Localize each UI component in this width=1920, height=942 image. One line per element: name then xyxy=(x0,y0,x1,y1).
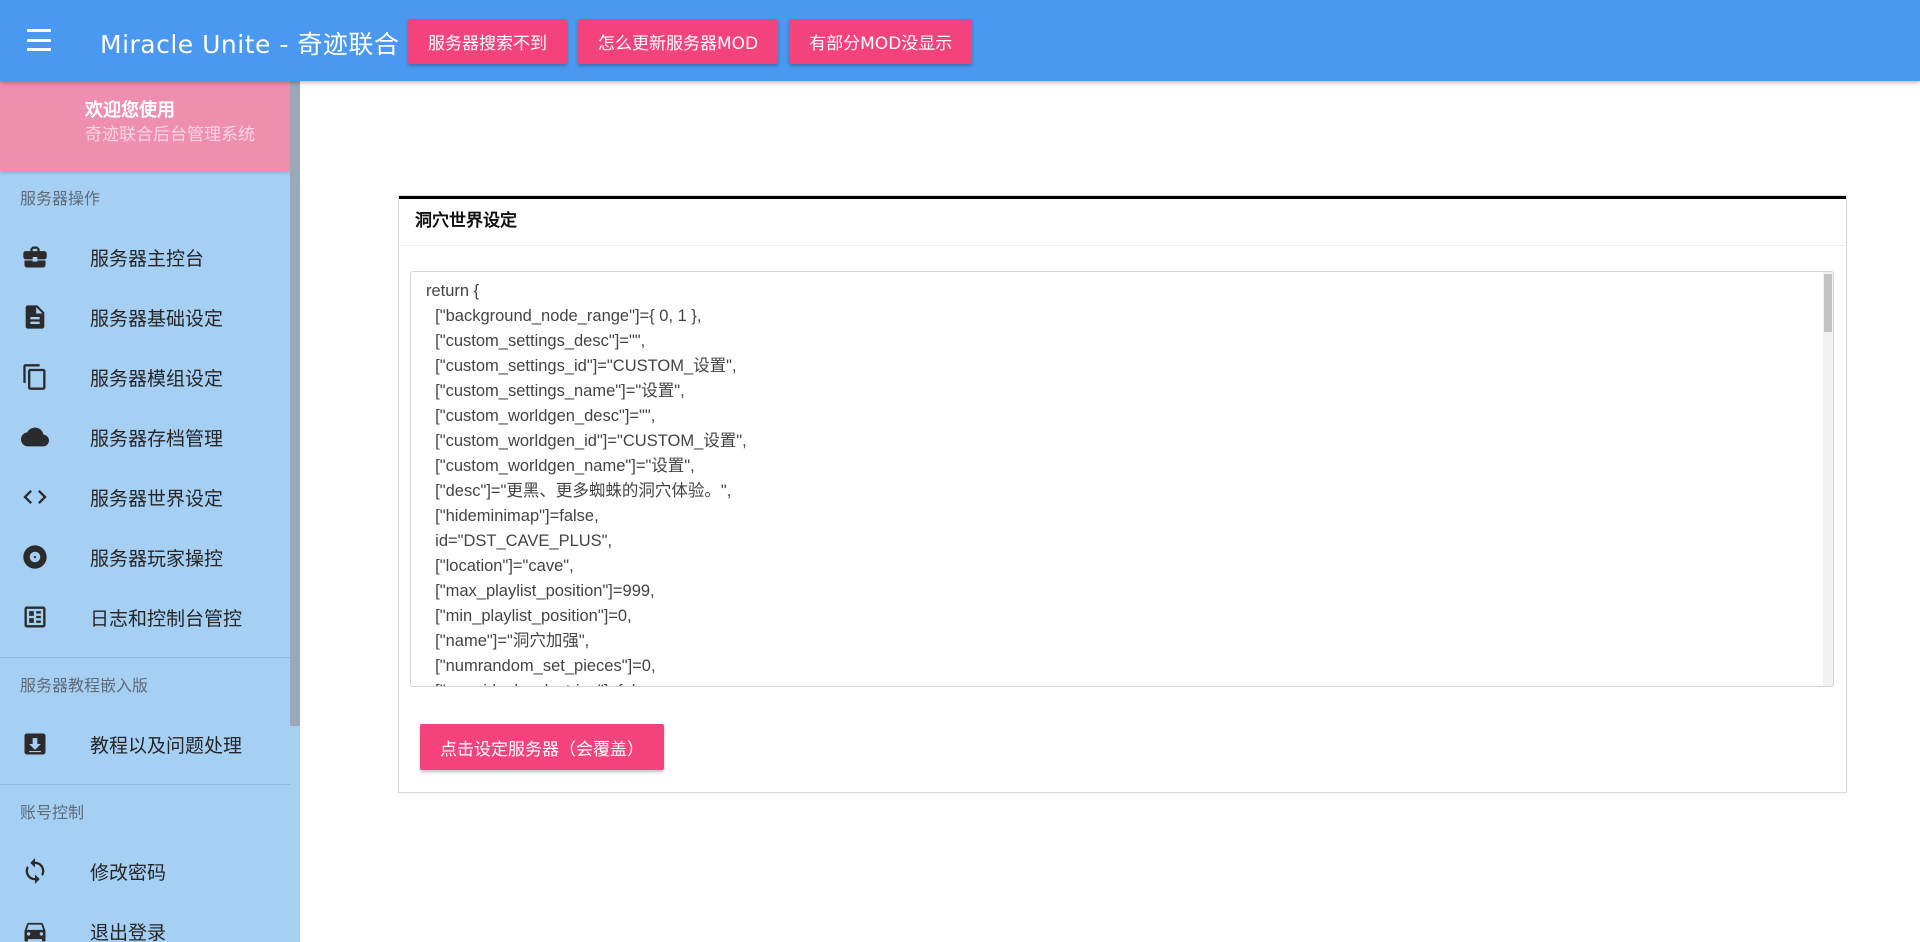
section-header-account: 账号控制 xyxy=(20,803,85,822)
car-icon xyxy=(0,917,90,942)
server-not-found-button[interactable]: 服务器搜索不到 xyxy=(408,19,567,64)
sidebar-item-player-control[interactable]: 服务器玩家操控 xyxy=(0,527,290,587)
sidebar-item-console[interactable]: 服务器主控台 xyxy=(0,227,290,287)
sidebar-item-label: 日志和控制台管控 xyxy=(90,607,243,630)
code-line: ["max_playlist_position"]=999, xyxy=(426,582,655,600)
sidebar-item-label: 服务器世界设定 xyxy=(90,487,224,510)
sidebar-item-label: 退出登录 xyxy=(90,921,167,942)
welcome-subtitle: 奇迹联合后台管理系统 xyxy=(85,125,255,145)
code-line: ["desc"]="更黑、更多蜘蛛的洞穴体验。", xyxy=(426,482,732,500)
code-line: ["custom_settings_name"]="设置", xyxy=(426,382,685,400)
world-settings-editor[interactable]: return { ["background_node_range"]={ 0, … xyxy=(410,271,1834,687)
welcome-banner: 欢迎您使用 奇迹联合后台管理系统 xyxy=(0,81,290,171)
log-panel-icon xyxy=(0,603,90,631)
sidebar-item-label: 修改密码 xyxy=(90,861,167,884)
code-line: ["min_playlist_position"]=0, xyxy=(426,607,632,625)
sidebar-item-label: 服务器存档管理 xyxy=(90,427,224,450)
code-line: ["background_node_range"]={ 0, 1 }, xyxy=(426,307,702,325)
sidebar-item-label: 服务器玩家操控 xyxy=(90,547,224,570)
section-header-server-ops: 服务器操作 xyxy=(20,189,101,208)
section-header-tutorial: 服务器教程嵌入版 xyxy=(20,676,149,695)
welcome-title: 欢迎您使用 xyxy=(85,100,175,121)
code-line: return { xyxy=(426,282,480,300)
sidebar-item-tutorial[interactable]: 教程以及问题处理 xyxy=(0,714,290,774)
sidebar-item-logout[interactable]: 退出登录 xyxy=(0,901,290,942)
code-line: ["name"]="洞穴加强", xyxy=(426,632,590,650)
card-title: 洞穴世界设定 xyxy=(399,199,1846,246)
code-line: ["numrandom_set_pieces"]=0, xyxy=(426,657,656,675)
code-line: ["hideminimap"]=false, xyxy=(426,507,599,525)
top-action-buttons: 服务器搜索不到 怎么更新服务器MOD 有部分MOD没显示 xyxy=(408,19,973,64)
sidebar-item-basic-settings[interactable]: 服务器基础设定 xyxy=(0,287,290,347)
sidebar-item-logs-console[interactable]: 日志和控制台管控 xyxy=(0,587,290,647)
code-line: ["custom_worldgen_id"]="CUSTOM_设置", xyxy=(426,432,747,450)
editor-scrollbar-track[interactable] xyxy=(1823,272,1833,686)
sidebar-scrollbar-thumb[interactable] xyxy=(290,81,300,726)
sidebar-item-world-settings[interactable]: 服务器世界设定 xyxy=(0,467,290,527)
copy-icon xyxy=(0,363,90,391)
sidebar-item-label: 服务器主控台 xyxy=(90,247,205,270)
download-box-icon xyxy=(0,730,90,758)
sidebar-item-save-management[interactable]: 服务器存档管理 xyxy=(0,407,290,467)
sidebar-item-label: 教程以及问题处理 xyxy=(90,734,243,757)
hamburger-menu-icon[interactable] xyxy=(22,26,56,54)
code-line: ["custom_worldgen_desc"]="", xyxy=(426,407,656,425)
sidebar-item-label: 服务器基础设定 xyxy=(90,307,224,330)
update-mod-button[interactable]: 怎么更新服务器MOD xyxy=(578,19,779,64)
code-line: ["location"]="cave", xyxy=(426,557,574,575)
top-app-bar: Miracle Unite - 奇迹联合 服务器搜索不到 怎么更新服务器MOD … xyxy=(0,0,1920,81)
code-text[interactable]: return { ["background_node_range"]={ 0, … xyxy=(411,272,1833,686)
sidebar-item-label: 服务器模组设定 xyxy=(90,367,224,390)
code-line: ["custom_settings_desc"]="", xyxy=(426,332,646,350)
code-line: ["custom_worldgen_name"]="设置", xyxy=(426,457,695,475)
app-title: Miracle Unite - 奇迹联合 xyxy=(100,30,400,59)
cloud-icon xyxy=(0,423,90,451)
sidebar-item-mod-settings[interactable]: 服务器模组设定 xyxy=(0,347,290,407)
editor-scrollbar-thumb[interactable] xyxy=(1824,274,1832,332)
document-icon xyxy=(0,303,90,331)
code-line: ["custom_settings_id"]="CUSTOM_设置", xyxy=(426,357,737,375)
code-icon xyxy=(0,483,90,511)
sidebar: 欢迎您使用 奇迹联合后台管理系统 服务器操作 服务器主控台 服务器基础设定 服务… xyxy=(0,81,290,942)
refresh-icon xyxy=(0,857,90,885)
apply-settings-button[interactable]: 点击设定服务器（会覆盖） xyxy=(420,724,664,770)
mod-not-shown-button[interactable]: 有部分MOD没显示 xyxy=(789,19,973,64)
code-line: ["override_level_string"]=false, xyxy=(426,679,1833,686)
briefcase-icon xyxy=(0,243,90,271)
disc-icon xyxy=(0,543,90,571)
cave-world-settings-card: 洞穴世界设定 return { ["background_node_range"… xyxy=(399,196,1846,792)
code-line: id="DST_CAVE_PLUS", xyxy=(426,532,613,550)
sidebar-item-change-password[interactable]: 修改密码 xyxy=(0,841,290,901)
